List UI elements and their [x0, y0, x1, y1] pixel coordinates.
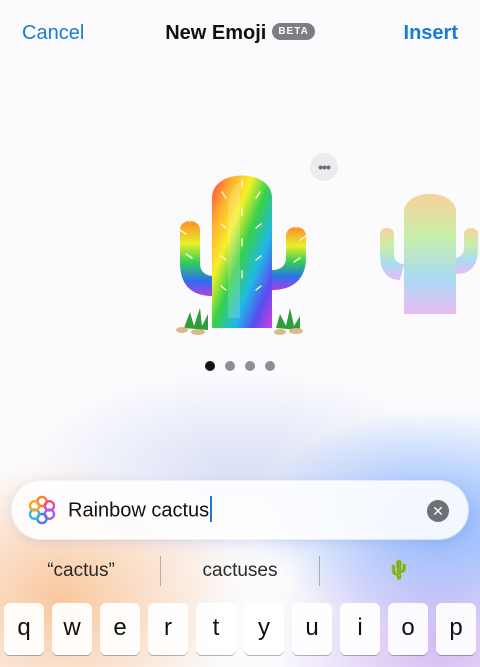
generated-emoji-cactus[interactable]	[168, 168, 316, 338]
key-y[interactable]: y	[244, 603, 284, 655]
prompt-input-value: Rainbow cactus	[68, 499, 210, 522]
predictive-text-bar: “cactus” cactuses 🌵	[0, 552, 480, 590]
key-p[interactable]: p	[436, 603, 476, 655]
key-e[interactable]: e	[100, 603, 140, 655]
navigation-bar: Cancel New Emoji BETA Insert	[0, 0, 480, 64]
genmoji-icon	[28, 495, 56, 525]
page-dot-1[interactable]	[205, 361, 215, 371]
key-o[interactable]: o	[388, 603, 428, 655]
key-w[interactable]: w	[52, 603, 92, 655]
page-title: New Emoji	[165, 22, 267, 44]
beta-badge: BETA	[272, 23, 315, 41]
key-r[interactable]: r	[148, 603, 188, 655]
next-emoji-preview[interactable]	[378, 188, 480, 318]
keyboard-row-1: q w e r t y u i o p	[4, 603, 476, 655]
suggestion-2[interactable]: cactuses	[161, 552, 319, 590]
page-dot-3[interactable]	[245, 361, 255, 371]
key-u[interactable]: u	[292, 603, 332, 655]
prompt-input[interactable]: Rainbow cactus	[68, 496, 213, 524]
page-dot-2[interactable]	[225, 361, 235, 371]
key-t[interactable]: t	[196, 603, 236, 655]
ellipsis-icon: •••	[318, 159, 331, 175]
key-q[interactable]: q	[4, 603, 44, 655]
key-i[interactable]: i	[340, 603, 380, 655]
clear-text-button[interactable]: ✕	[427, 500, 449, 522]
page-dot-4[interactable]	[265, 361, 275, 371]
close-icon: ✕	[432, 503, 444, 519]
page-indicator[interactable]	[205, 361, 277, 371]
emoji-prompt-field[interactable]: Rainbow cactus	[12, 481, 468, 539]
suggestion-3-emoji[interactable]: 🌵	[320, 552, 478, 590]
text-cursor	[210, 496, 213, 522]
insert-button[interactable]: Insert	[404, 22, 458, 45]
suggestion-1[interactable]: “cactus”	[2, 552, 160, 590]
